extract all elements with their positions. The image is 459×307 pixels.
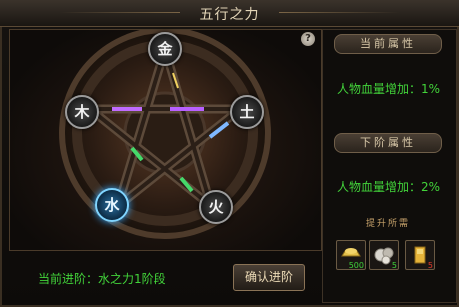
item-slot-silver-ore[interactable]: 5	[369, 240, 399, 270]
element-node-earth[interactable]: 土	[230, 95, 264, 129]
current-attr-value: 人物血量增加：1%	[336, 82, 441, 96]
next-attr-header: 下阶属性	[334, 133, 442, 153]
title-bar[interactable]: 五行之力	[0, 0, 459, 27]
element-node-water[interactable]: 水	[95, 188, 129, 222]
item-slot-gold-bar[interactable]: 5	[405, 240, 435, 270]
progress-label: 当前进阶：水之力1阶段	[38, 272, 166, 286]
help-button[interactable]: ?	[301, 32, 315, 46]
element-node-metal[interactable]: 金	[148, 32, 182, 66]
item-count: 5	[427, 261, 433, 270]
current-attr-header: 当前属性	[334, 34, 442, 54]
requirement-label: 提升所需	[365, 219, 410, 229]
next-attr-value: 人物血量增加：2%	[336, 180, 441, 194]
element-node-fire[interactable]: 火	[199, 190, 233, 224]
element-node-wood[interactable]: 木	[65, 95, 99, 129]
item-count: 5	[391, 261, 397, 270]
item-count: 500	[348, 261, 364, 270]
item-slot-gold-ingot[interactable]: 500	[336, 240, 366, 270]
window-title: 五行之力	[199, 7, 260, 23]
confirm-advance-button[interactable]: 确认进阶	[233, 264, 305, 291]
